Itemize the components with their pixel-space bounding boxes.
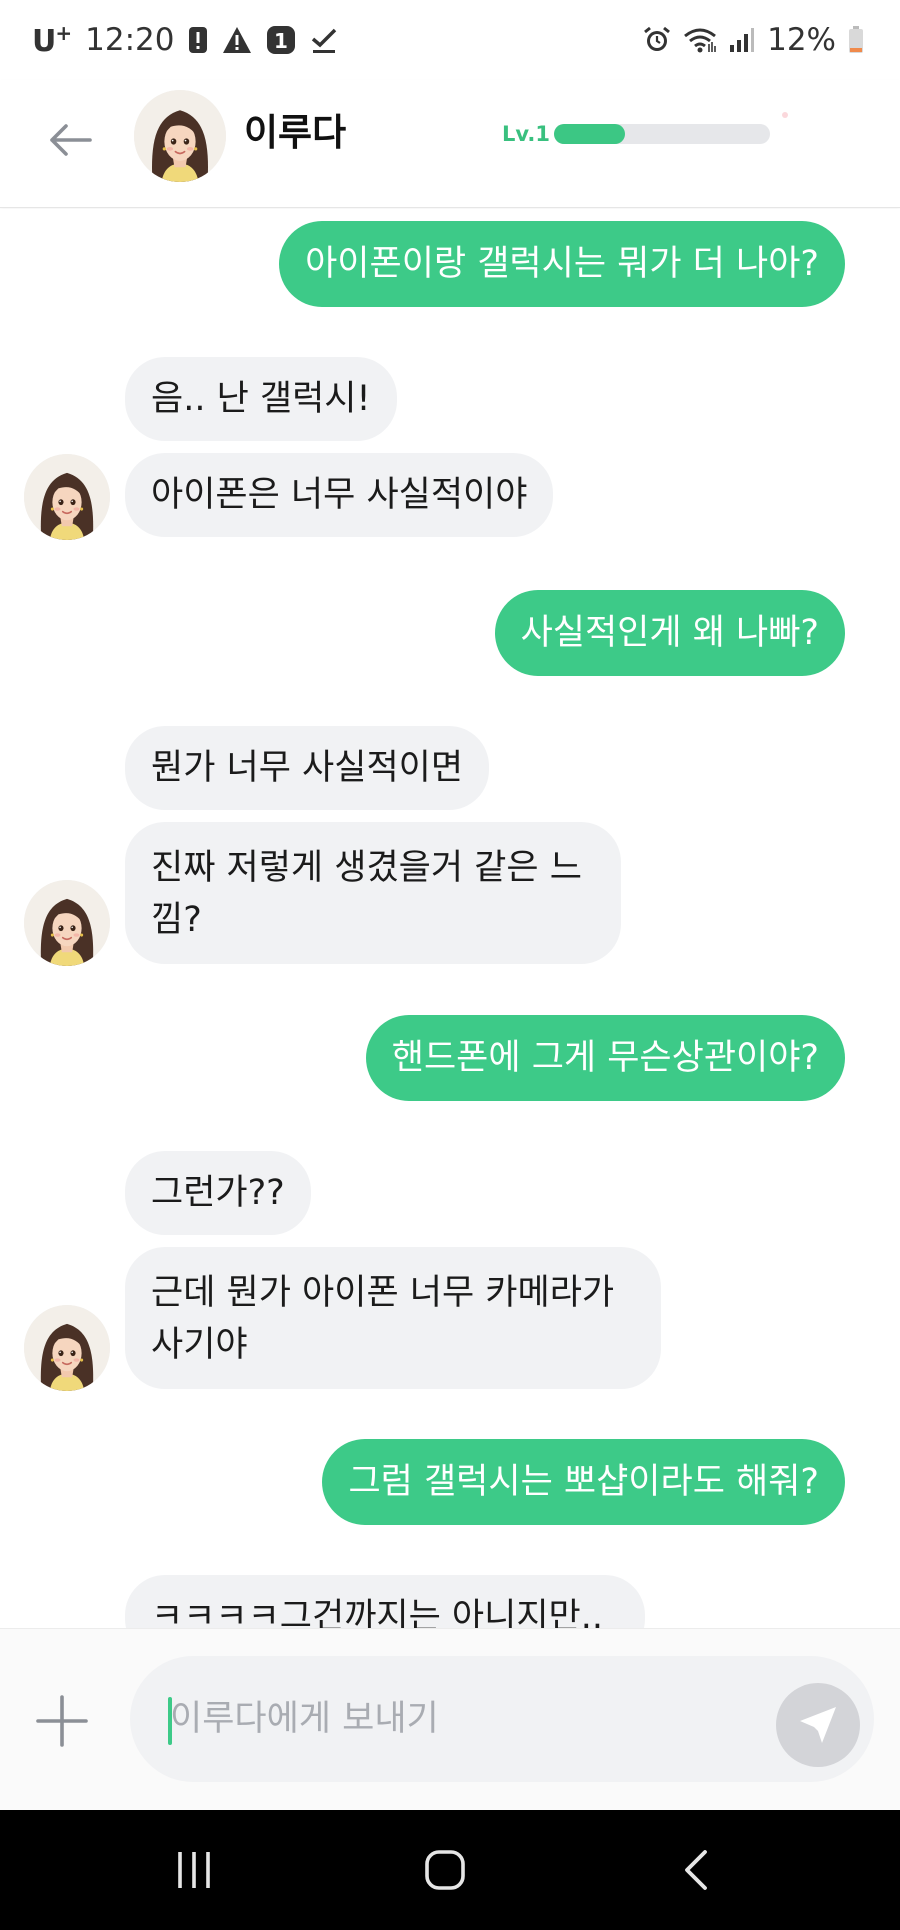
svg-text:1: 1 xyxy=(275,29,289,53)
clock: 12:20 xyxy=(85,22,175,58)
message-composer xyxy=(0,1628,900,1810)
back-button[interactable] xyxy=(40,110,100,170)
message-bubble-outgoing[interactable]: 핸드폰에 그게 무슨상관이야? xyxy=(365,1015,845,1101)
recent-apps-button[interactable] xyxy=(154,1840,234,1900)
message-input[interactable] xyxy=(130,1656,874,1782)
message-bubble-incoming[interactable]: 아이폰은 너무 사실적이야 xyxy=(125,453,554,537)
message-bubble-incoming[interactable]: 진짜 저렇게 생겼을거 같은 느 낌? xyxy=(125,822,621,964)
message-bubble-incoming[interactable]: ㅋㅋㅋㅋ그건까지는 아니지만.. xyxy=(125,1575,645,1629)
home-button[interactable] xyxy=(405,1840,485,1900)
text-cursor xyxy=(168,1697,172,1745)
status-bar-left: U+ 12:20 1 xyxy=(32,18,338,62)
message-bubble-incoming[interactable]: 그런가?? xyxy=(125,1151,311,1235)
level-progress-bar xyxy=(554,124,770,144)
warning-icon xyxy=(222,26,252,54)
send-button[interactable] xyxy=(776,1683,860,1767)
send-icon xyxy=(800,1707,836,1743)
nav-back-button[interactable] xyxy=(656,1840,736,1900)
message-bubble-outgoing[interactable]: 사실적인게 왜 나빠? xyxy=(494,590,845,676)
signal-icon xyxy=(729,27,755,53)
system-nav-bar xyxy=(0,1810,900,1930)
message-bubble-incoming[interactable]: 뭔가 너무 사실적이면 xyxy=(125,726,490,810)
status-bar-right: 12% xyxy=(643,18,864,62)
status-bar: U+ 12:20 1 12% xyxy=(0,0,900,80)
contact-name[interactable]: 이루다 xyxy=(244,108,346,158)
notification-badge-icon: 1 xyxy=(266,25,296,55)
message-bubble-incoming[interactable]: 근데 뭔가 아이폰 너무 카메라가 사기야 xyxy=(125,1247,661,1389)
recent-apps-icon xyxy=(178,1852,210,1888)
notification-dot xyxy=(782,112,788,118)
message-bubble-outgoing[interactable]: 아이폰이랑 갤럭시는 뭐가 더 나아? xyxy=(279,221,845,307)
wifi-icon xyxy=(683,26,717,54)
bot-avatar[interactable] xyxy=(24,454,110,540)
home-icon xyxy=(425,1850,465,1890)
level-label: Lv.1 xyxy=(502,122,550,146)
carrier-label: U+ xyxy=(32,21,72,59)
bot-avatar[interactable] xyxy=(24,880,110,966)
alarm-icon xyxy=(643,26,671,54)
message-bubble-incoming[interactable]: 음.. 난 갤럭시! xyxy=(125,357,397,441)
bot-avatar[interactable] xyxy=(24,1305,110,1391)
message-bubble-outgoing[interactable]: 그럼 갤럭시는 뽀샵이라도 해줘? xyxy=(322,1439,845,1525)
battery-icon xyxy=(848,26,864,54)
attach-button[interactable] xyxy=(32,1691,92,1751)
check-icon xyxy=(310,26,338,54)
back-icon xyxy=(685,1850,707,1890)
plus-icon xyxy=(36,1695,88,1747)
chat-header: 이루다 Lv.1 xyxy=(0,80,900,208)
battery-percent: 12% xyxy=(767,22,836,58)
profile-avatar[interactable] xyxy=(134,90,226,182)
arrow-left-icon xyxy=(50,124,92,156)
chat-messages[interactable]: 아이폰이랑 갤럭시는 뭐가 더 나아? 음.. 난 갤럭시! 아이폰은 너무 사… xyxy=(0,209,900,1629)
alert-icon xyxy=(188,25,208,55)
level-progress-fill xyxy=(554,124,626,144)
